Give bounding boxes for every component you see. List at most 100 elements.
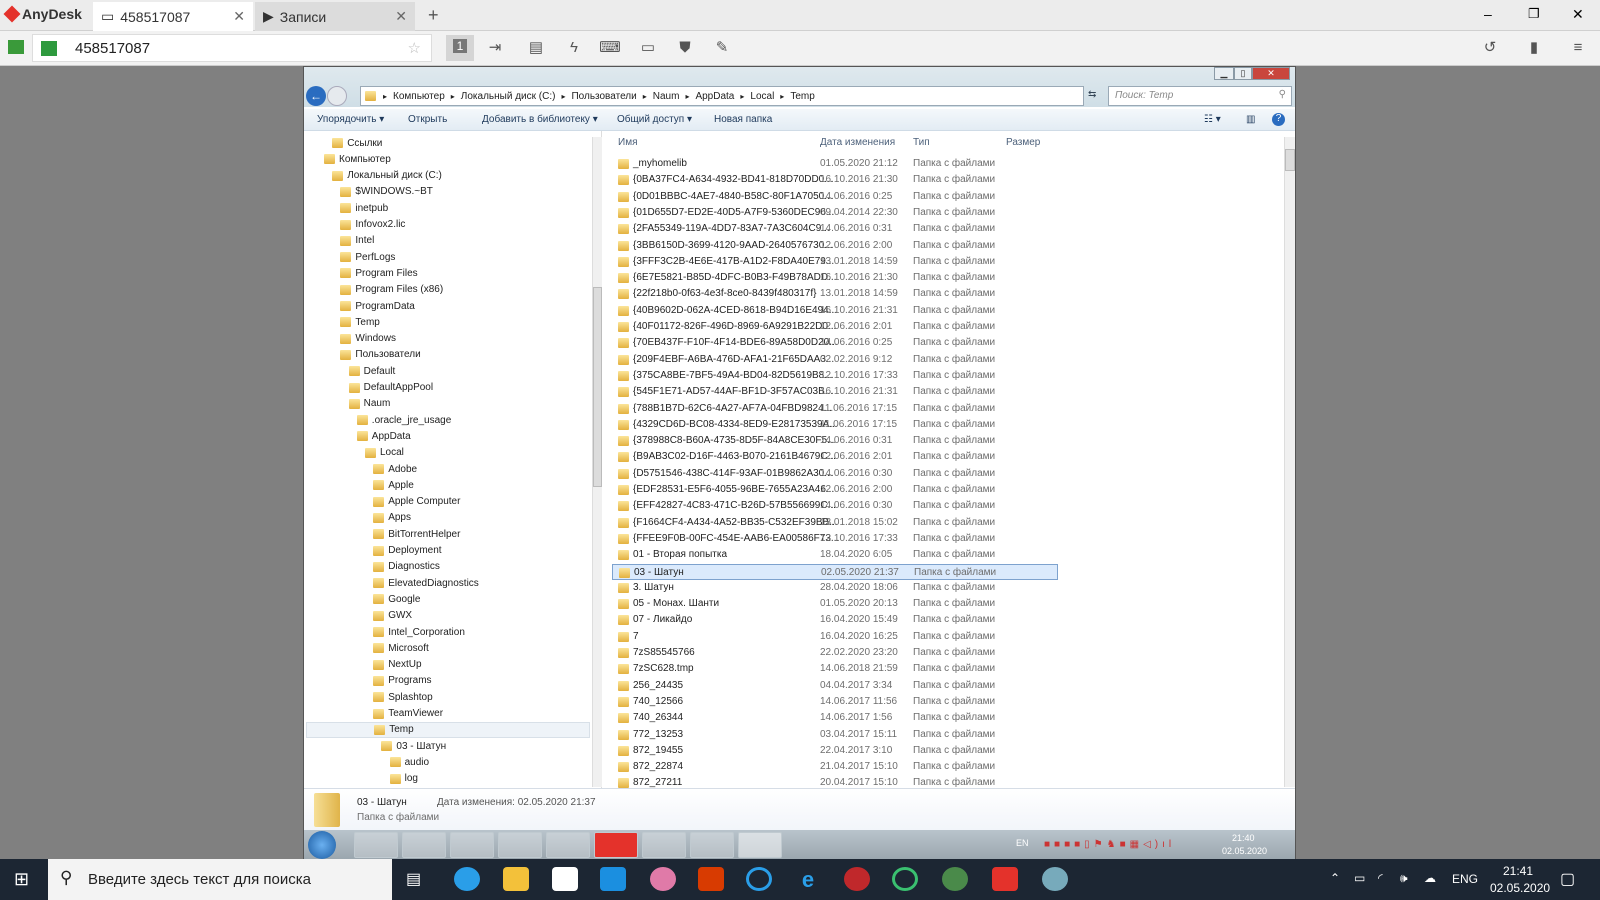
breadcrumb-separator-icon[interactable]: ▸ [740,92,744,101]
forward-button[interactable] [327,86,347,106]
tab-recordings[interactable]: ▶ Записи ✕ [255,2,415,31]
tree-item[interactable]: inetpub [340,200,388,216]
file-row[interactable]: {40F01172-826F-496D-8969-6A9291B22D0... 1… [612,319,1277,335]
address-field[interactable]: 458517087 ☆ [32,34,432,62]
tree-item[interactable]: .oracle_jre_usage [356,412,451,428]
tree-scroll-thumb[interactable] [593,287,602,487]
column-date[interactable]: Дата изменения [820,137,895,148]
tree-item[interactable]: $WINDOWS.~BT [340,184,433,200]
ccleaner-icon[interactable] [746,867,772,891]
tree-scrollbar[interactable] [592,137,602,787]
winrar-taskbar-icon[interactable] [690,832,734,858]
file-row[interactable]: {788B1B7D-62C6-4A27-AF7A-04FBD9824... 11.… [612,401,1277,417]
file-row[interactable]: {40B9602D-062A-4CED-8618-B94D16E494... 16… [612,303,1277,319]
tree-item[interactable]: ProgramData [340,298,415,314]
display-icon[interactable]: ▭ [636,37,660,59]
tree-item[interactable]: Локальный диск (C:) [332,168,442,184]
file-row[interactable]: {B9AB3C02-D16F-4463-B070-2161B4679C... 12… [612,449,1277,465]
keyboard-icon[interactable]: ⌨ [598,37,622,59]
breadcrumb-item[interactable]: Naum [653,91,680,102]
breadcrumb-item[interactable]: Компьютер [393,91,445,102]
column-name[interactable]: Имя [618,137,637,148]
tree-item[interactable]: Infovox2.lic [340,217,405,233]
file-transfer-icon[interactable]: ⇥ [483,37,507,59]
tree-item[interactable]: 03 - Шатун [381,738,446,754]
antivirus-icon[interactable] [844,867,870,891]
remote-clock-date[interactable]: 02.05.2020 [1222,846,1267,856]
chat-icon[interactable]: ▤ [524,37,548,59]
file-row[interactable]: {209F4EBF-A6BA-476D-AFA1-21F65DAA3... 02.… [612,352,1277,368]
file-row[interactable]: 03 - Шатун 02.05.2020 21:37 Папка с файлам… [612,563,1058,580]
store-icon[interactable] [552,867,578,891]
remote-screen[interactable]: ▁ ▯ ✕ ← ▸ Компьютер ▸ Локальный диск (C:) ▸ П… [303,66,1296,860]
tree-item[interactable]: Компьютер [324,151,391,167]
file-list[interactable]: Имя Дата изменения Тип Размер _myhomelib… [612,131,1277,788]
navigation-tree[interactable]: Ссылки Компьютер Локальный диск (C:) $WINDO… [304,131,602,788]
column-type[interactable]: Тип [913,137,930,148]
media-player-taskbar-icon[interactable] [498,832,542,858]
file-row[interactable]: {FFEE9F0B-00FC-454E-AAB6-EA00586F73... 12… [612,531,1277,547]
breadcrumb-separator-icon[interactable]: ▸ [780,92,784,101]
file-row[interactable]: 7 16.04.2020 16:25 Папка с файлами [612,629,1277,645]
share-button[interactable]: Общий доступ ▾ [617,114,692,125]
new-tab-button[interactable]: + [428,5,439,26]
office-icon[interactable] [698,867,724,891]
tree-item[interactable]: TeamViewer [373,706,443,722]
file-row[interactable]: {3BB6150D-3699-4120-9AAD-2640576730... 12… [612,238,1277,254]
close-button[interactable]: ✕ [1572,6,1584,23]
favorite-star-icon[interactable]: ☆ [408,39,421,57]
breadcrumb-separator-icon[interactable]: ▸ [561,92,565,101]
file-row[interactable]: 05 - Монах. Шанти 01.05.2020 20:13 Папка с… [612,596,1277,612]
file-row[interactable]: {01D655D7-ED2E-40D5-A7F9-5360DEC96... 09.… [612,205,1277,221]
file-row[interactable]: {70EB437F-F10F-4F14-BDE6-89A58D0D20... 14… [612,335,1277,351]
tree-item[interactable]: log [389,771,418,787]
explorer-close-button[interactable]: ✕ [1252,67,1290,80]
file-row[interactable]: 772_13253 03.04.2017 15:11 Папка с файлами [612,727,1277,743]
file-row[interactable]: {378988C8-B60A-4735-8D5F-84A8CE30F5... 14… [612,433,1277,449]
tree-item[interactable]: Programs [373,673,432,689]
uplay-icon[interactable] [892,867,918,891]
list-scroll-thumb[interactable] [1285,149,1295,171]
file-row[interactable]: {6E7E5821-B85D-4DFC-B0B3-F49B78ADD... 16.… [612,270,1277,286]
file-row[interactable]: 07 - Ликайдо 16.04.2020 15:49 Папка с файл… [612,612,1277,628]
explorer-minimize-button[interactable]: ▁ [1214,67,1234,80]
file-row[interactable]: 256_24435 04.04.2017 3:34 Папка с файлами [612,678,1277,694]
paint-icon[interactable] [1042,867,1068,891]
file-row[interactable]: {D5751546-438C-414F-93AF-01B9862A30... 14… [612,466,1277,482]
tree-item[interactable]: Ссылки [332,135,382,151]
breadcrumb-separator-icon[interactable]: ▸ [383,92,387,101]
file-row[interactable]: {EDF28531-E5F6-4055-96BE-7655A23A46... 12… [612,482,1277,498]
notifications-icon[interactable]: ▢ [1560,869,1575,889]
tree-item[interactable]: GWX [373,608,412,624]
tab-remote-session[interactable]: ▭ 458517087 ✕ [93,2,253,31]
file-row[interactable]: 740_12566 14.06.2017 11:56 Папка с файлами [612,694,1277,710]
tree-item[interactable]: Program Files (x86) [340,282,443,298]
anydesk-taskbar-icon[interactable] [594,832,638,858]
tree-item[interactable]: Naum [348,396,390,412]
breadcrumb-separator-icon[interactable]: ▸ [685,92,689,101]
tree-item[interactable]: Deployment [373,543,442,559]
wifi-icon[interactable]: ◜ [1378,871,1383,885]
tree-item[interactable]: Adobe [373,461,417,477]
tree-item[interactable]: Intel [340,233,374,249]
remote-tray-icons[interactable]: ■■■■▯⚑♞■▦◁)ıl [1044,839,1175,850]
volume-icon[interactable]: 🕪 [1400,871,1408,886]
tree-item[interactable]: Intel_Corporation [373,624,465,640]
tree-item[interactable]: Default [348,363,395,379]
file-row[interactable]: 01 - Вторая попытка 18.04.2020 6:05 Папка … [612,547,1277,563]
explorer-maximize-button[interactable]: ▯ [1234,67,1252,80]
clock-date[interactable]: 02.05.2020 [1490,881,1550,895]
tree-item[interactable]: Windows [340,331,396,347]
control-panel-taskbar-icon[interactable] [642,832,686,858]
tree-item[interactable]: ElevatedDiagnostics [373,575,479,591]
column-size[interactable]: Размер [1006,137,1040,148]
tree-item[interactable]: Apple [373,477,414,493]
tree-item[interactable]: Diagnostics [373,559,440,575]
open-button[interactable]: Открыть [408,114,447,125]
file-row[interactable]: {22f218b0-0f63-4e3f-8ce0-8439f480317f} 13… [612,286,1277,302]
refresh-icon[interactable]: ⇆ [1088,89,1096,100]
tree-item[interactable]: Temp [306,721,590,738]
remote-language[interactable]: EN [1016,838,1029,848]
file-row[interactable]: {F1664CF4-A434-4A52-BB35-C532EF39BB... 13… [612,515,1277,531]
file-explorer-icon[interactable] [503,867,529,891]
